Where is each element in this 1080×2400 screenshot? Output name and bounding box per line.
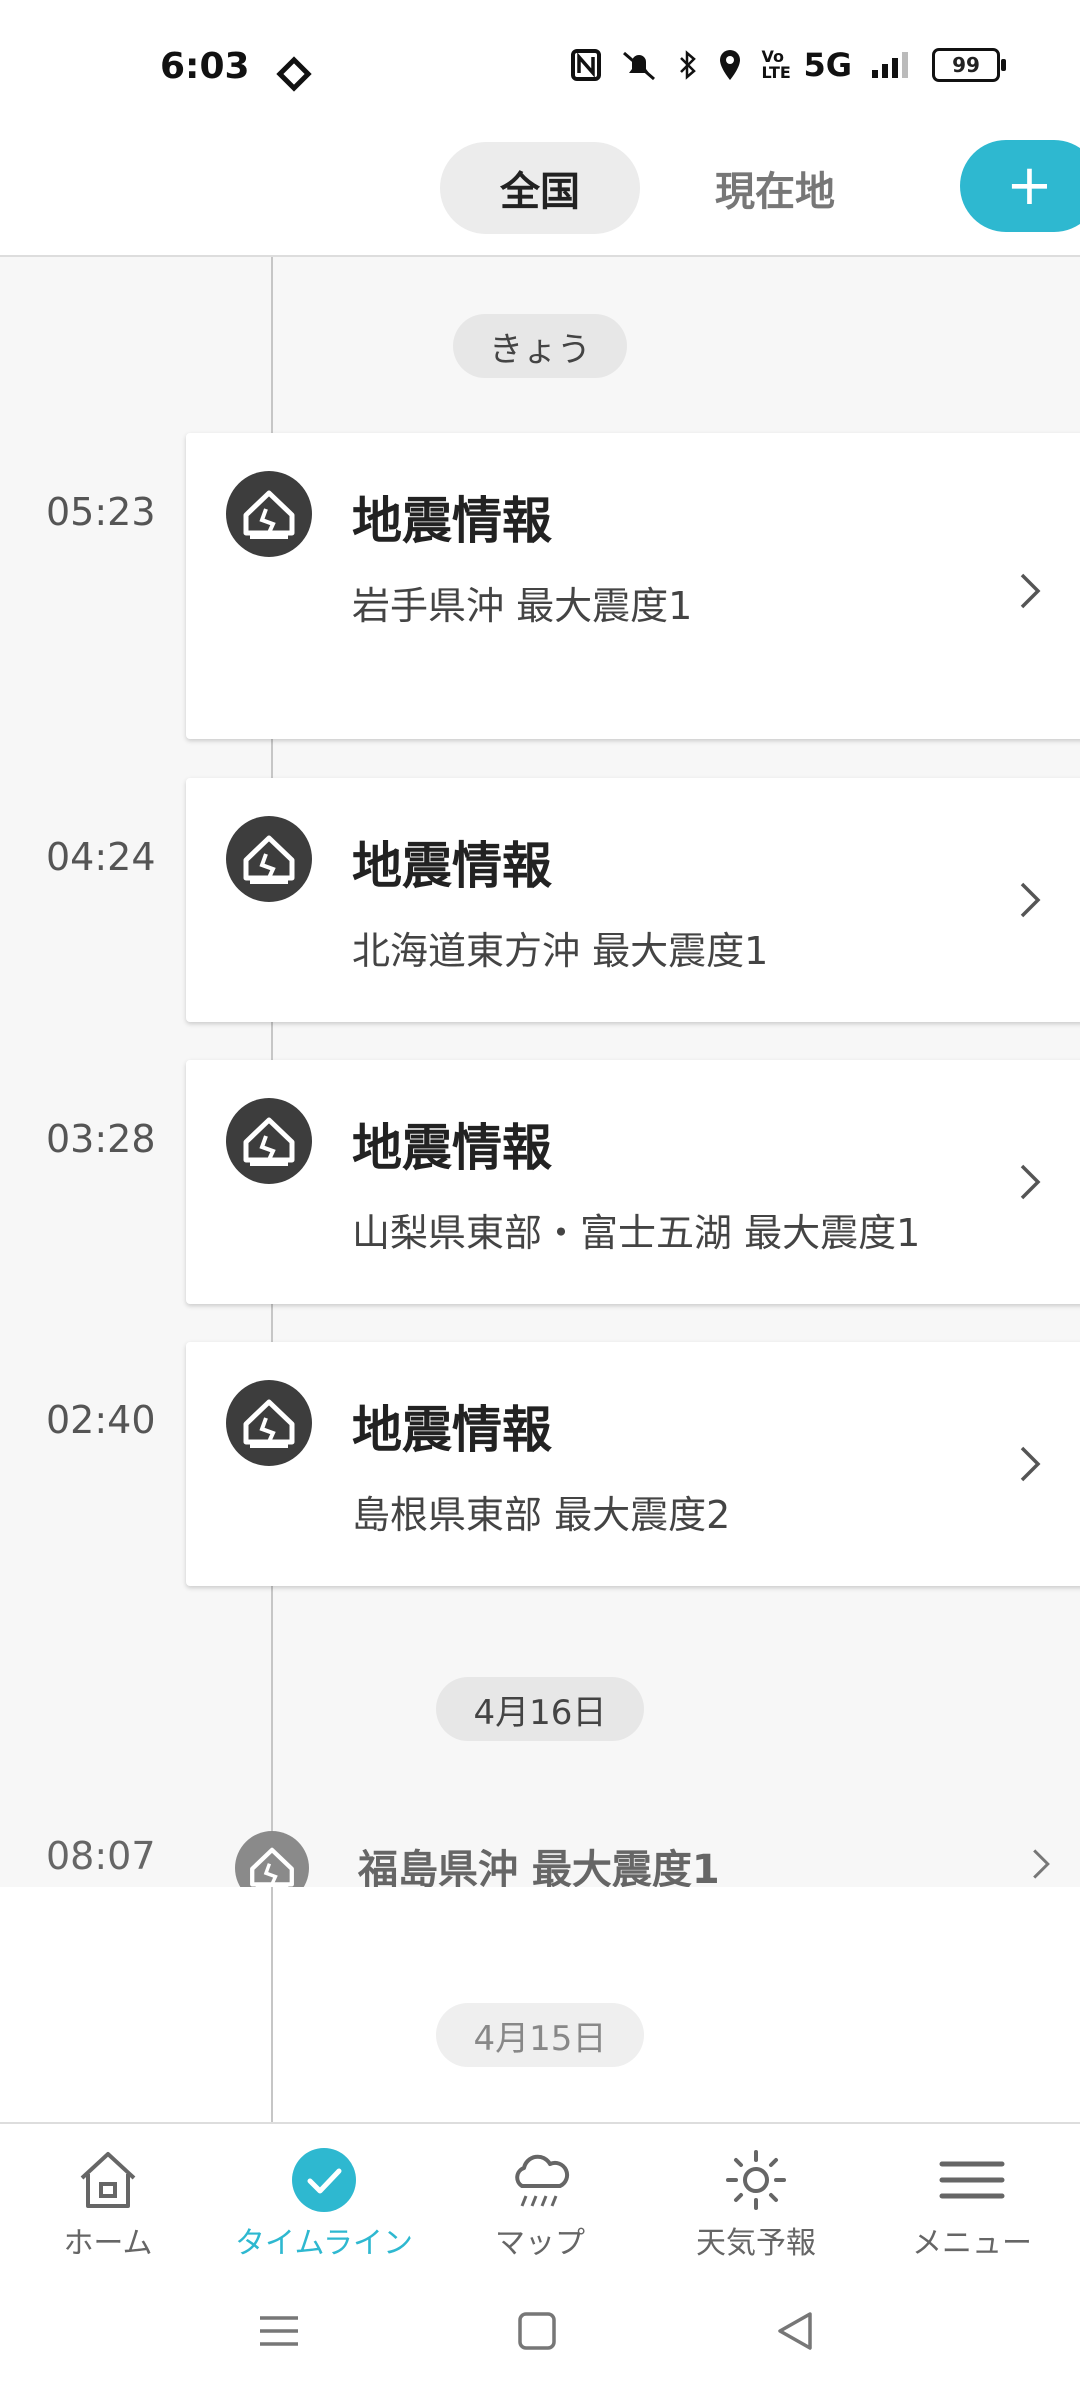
earthquake-icon (226, 816, 312, 902)
chevron-right-icon (1020, 1164, 1041, 1200)
diamond-icon (276, 56, 312, 92)
date-label-apr16: 4月16日 (436, 1677, 644, 1741)
timeline-line (271, 1887, 273, 2122)
event-time: 05:23 (46, 490, 156, 534)
card-title: 地震情報 (352, 1401, 552, 1459)
card-title: 地震情報 (352, 492, 552, 550)
chevron-right-icon (1020, 573, 1041, 609)
nav-label: タイムライン (235, 2226, 413, 2261)
bottom-navigation: ホーム タイムライン マップ 天気予報 メニュー (0, 2122, 1080, 2264)
system-navigation-bar (0, 2262, 1080, 2400)
menu-icon (939, 2161, 1005, 2199)
event-time: 04:24 (46, 835, 156, 879)
status-icons: Vo LTE 5G 99 (571, 46, 1006, 84)
date-label-apr15: 4月15日 (436, 2003, 644, 2067)
add-location-button[interactable]: + (960, 140, 1080, 232)
card-subtitle: 岩手県沖 最大震度1 (352, 584, 693, 628)
rain-cloud-icon (515, 2154, 570, 2207)
date-label-today: きょう (453, 314, 627, 378)
card-subtitle: 北海道東方沖 最大震度1 (352, 929, 769, 973)
status-time: 6:03 (160, 46, 250, 87)
sun-icon (726, 2150, 786, 2210)
nav-label: ホーム (63, 2226, 153, 2261)
nav-forecast[interactable]: 天気予報 (648, 2124, 864, 2264)
tab-current-location[interactable]: 現在地 (680, 142, 870, 234)
card-title: 地震情報 (352, 837, 552, 895)
card-subtitle: 島根県東部 最大震度2 (352, 1493, 731, 1537)
earthquake-icon (226, 1098, 312, 1184)
chevron-right-icon (1020, 882, 1041, 918)
earthquake-icon (226, 1380, 312, 1466)
nav-map[interactable]: マップ (432, 2124, 648, 2264)
card-title: 地震情報 (352, 1119, 552, 1177)
mute-icon (623, 51, 656, 81)
earthquake-card[interactable]: 地震情報 北海道東方沖 最大震度1 (186, 778, 1080, 1022)
region-header: 全国 現在地 + (0, 140, 1080, 257)
nav-menu[interactable]: メニュー (864, 2124, 1080, 2264)
nfc-icon (571, 49, 602, 81)
earthquake-card[interactable]: 地震情報 山梨県東部・富士五湖 最大震度1 (186, 1060, 1080, 1304)
earthquake-card[interactable]: 地震情報 岩手県沖 最大震度1 (186, 433, 1080, 739)
recent-apps-icon[interactable] (254, 2306, 304, 2356)
home-icon (80, 2152, 136, 2208)
location-icon (720, 50, 741, 80)
signal-icon (872, 52, 908, 78)
tab-nationwide[interactable]: 全国 (440, 142, 640, 234)
nav-home[interactable]: ホーム (0, 2124, 216, 2264)
timeline-check-icon (292, 2148, 356, 2212)
earthquake-card[interactable]: 地震情報 島根県東部 最大震度2 (186, 1342, 1080, 1586)
chevron-right-icon (1020, 1446, 1041, 1482)
timeline-list[interactable]: きょう 05:23 地震情報 岩手県沖 最大震度1 04:24 地震情報 北海道… (0, 257, 1080, 2122)
bluetooth-icon (680, 50, 697, 80)
event-time: 02:40 (46, 1398, 156, 1442)
back-icon[interactable] (770, 2306, 820, 2356)
card-subtitle: 山梨県東部・富士五湖 最大震度1 (352, 1211, 921, 1255)
status-bar: 6:03 Vo LTE 5G 99 (0, 0, 1080, 140)
earthquake-icon (226, 471, 312, 557)
volte-indicator: Vo LTE (761, 47, 791, 82)
home-button-icon[interactable] (512, 2306, 562, 2356)
chevron-right-icon (1033, 1849, 1050, 1879)
nav-label: マップ (495, 2226, 585, 2261)
nav-label: 天気予報 (696, 2226, 816, 2261)
event-time: 03:28 (46, 1117, 156, 1161)
network-label: 5G (803, 46, 852, 84)
nav-timeline[interactable]: タイムライン (216, 2124, 432, 2264)
nav-label: メニュー (912, 2226, 1032, 2261)
battery-indicator: 99 (932, 48, 1006, 82)
